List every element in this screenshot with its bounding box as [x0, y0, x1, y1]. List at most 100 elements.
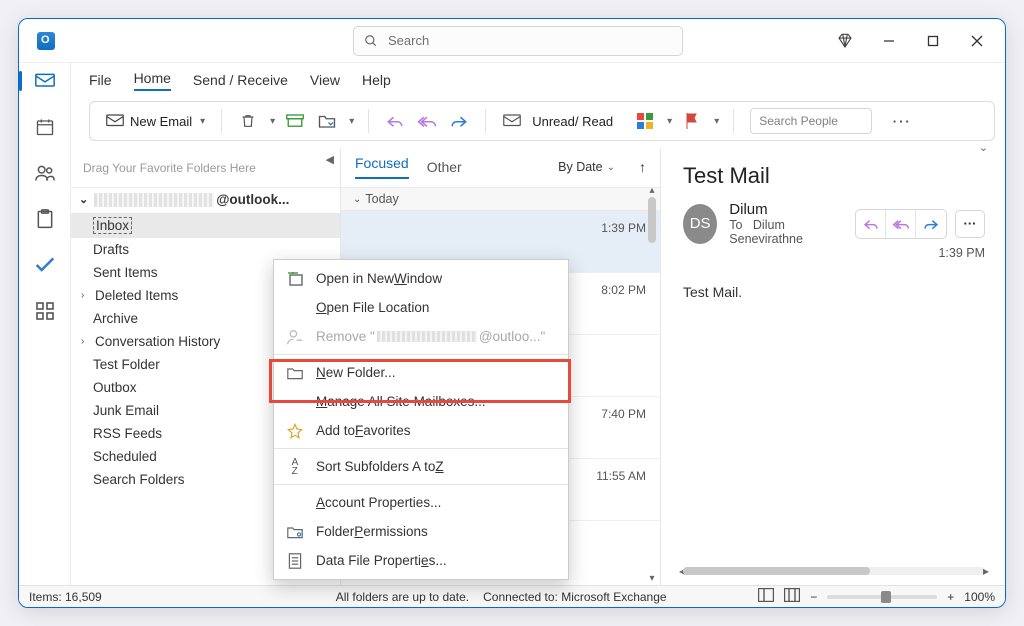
folder-drafts[interactable]: Drafts	[71, 238, 340, 261]
group-header-today[interactable]: ⌄ Today	[341, 187, 660, 211]
message-time: 1:39 PM	[601, 221, 646, 235]
message-more-actions[interactable]: ···	[955, 210, 985, 238]
ctx-data-file-properties[interactable]: Data File Properties...	[274, 546, 568, 575]
sort-by-dropdown[interactable]: By Date ⌄	[558, 160, 615, 174]
delete-button[interactable]	[236, 109, 260, 133]
message-time: 11:55 AM	[596, 469, 646, 483]
rail-calendar-icon[interactable]	[31, 113, 59, 141]
message-list-scrollbar[interactable]: ▴ ▾	[646, 189, 658, 585]
chevron-down-icon: ▾	[200, 116, 205, 127]
ctx-new-folder[interactable]: New Folder...	[274, 358, 568, 387]
new-email-button[interactable]: New Email ▾	[98, 110, 213, 133]
zoom-slider[interactable]	[827, 595, 937, 599]
forward-button[interactable]	[916, 210, 946, 238]
menu-view[interactable]: View	[310, 72, 340, 88]
global-search-input[interactable]: Search	[353, 26, 683, 56]
rail-more-apps-icon[interactable]	[31, 297, 59, 325]
remove-account-icon	[286, 328, 304, 346]
outlook-window: Search File Home Send / Receive View Hel…	[18, 18, 1006, 608]
menu-home[interactable]: Home	[134, 70, 171, 91]
message-body: Test Mail.	[683, 284, 985, 300]
ctx-open-new-window[interactable]: Open in New Window	[274, 264, 568, 293]
rail-todo-icon[interactable]	[31, 251, 59, 279]
account-suffix: @outlook...	[216, 192, 289, 207]
ctx-sort-subfolders[interactable]: AZ Sort Subfolders A to Z	[274, 452, 568, 481]
archive-button[interactable]	[283, 109, 307, 133]
account-name-redacted	[94, 193, 214, 207]
tab-other[interactable]: Other	[427, 159, 462, 175]
app-rail	[19, 63, 71, 603]
scrollbar-thumb[interactable]	[648, 197, 656, 243]
message-timestamp: 1:39 PM	[938, 246, 985, 260]
reply-all-button[interactable]	[415, 109, 439, 133]
minimize-button[interactable]	[879, 31, 899, 51]
outlook-app-icon	[37, 32, 55, 50]
rail-tasks-icon[interactable]	[31, 205, 59, 233]
reading-pane: Test Mail DS Dilum To Dilum Senevirathne	[661, 149, 1005, 585]
ctx-manage-site-mailboxes[interactable]: Manage All Site Mailboxes...	[274, 387, 568, 416]
unread-read-icon	[500, 109, 524, 133]
premium-diamond-icon[interactable]	[835, 31, 855, 51]
message-time: 7:40 PM	[601, 407, 646, 421]
view-normal-icon[interactable]	[758, 588, 774, 605]
chevron-down-icon: ⌄	[79, 193, 88, 206]
reading-horizontal-scrollbar[interactable]: ◂ ▸	[683, 563, 985, 577]
ribbon-toolbar: New Email ▾ ▾ ▾	[89, 101, 995, 141]
sort-direction-toggle[interactable]: ↑	[639, 159, 646, 175]
status-bar: Items: 16,509 All folders are up to date…	[19, 585, 1005, 607]
ctx-remove-account: Remove "@outloo..."	[274, 322, 568, 351]
star-icon	[286, 422, 304, 440]
sort-az-icon: AZ	[286, 458, 304, 476]
message-list-header: Focused Other By Date ⌄ ↑	[341, 149, 660, 187]
ctx-open-file-location[interactable]: Open File Location	[274, 293, 568, 322]
search-people-input[interactable]: Search People	[750, 108, 872, 134]
to-label: To	[729, 218, 742, 232]
collapse-folder-pane-icon[interactable]: ◀	[326, 153, 334, 166]
reply-button[interactable]	[856, 210, 886, 238]
rail-mail-icon[interactable]	[31, 67, 59, 95]
forward-button[interactable]	[447, 109, 471, 133]
view-reading-icon[interactable]	[784, 588, 800, 605]
properties-icon	[286, 552, 304, 570]
close-button[interactable]	[967, 31, 987, 51]
tab-focused[interactable]: Focused	[355, 155, 409, 179]
search-people-placeholder: Search People	[759, 114, 838, 128]
ribbon-more-button[interactable]: ···	[890, 109, 914, 133]
move-button[interactable]	[315, 109, 339, 133]
status-item-count: Items: 16,509	[29, 590, 102, 604]
reply-all-button[interactable]	[886, 210, 916, 238]
rail-people-icon[interactable]	[31, 159, 59, 187]
status-sync: All folders are up to date.	[336, 590, 469, 604]
sender-name: Dilum	[729, 201, 843, 218]
account-header[interactable]: ⌄ @outlook...	[71, 187, 340, 211]
maximize-button[interactable]	[923, 31, 943, 51]
ctx-account-properties[interactable]: Account Properties...	[274, 488, 568, 517]
permissions-icon	[286, 523, 304, 541]
new-email-label: New Email	[130, 114, 192, 129]
favorites-drop-zone[interactable]: Drag Your Favorite Folders Here ◀	[71, 149, 340, 187]
unread-read-button[interactable]: Unread/ Read	[532, 114, 613, 129]
ctx-folder-permissions[interactable]: Folder Permissions	[274, 517, 568, 546]
flag-button[interactable]	[680, 109, 704, 133]
folder-inbox[interactable]: Inbox	[71, 213, 340, 238]
menu-file[interactable]: File	[89, 72, 112, 88]
zoom-level: 100%	[964, 590, 995, 604]
chevron-down-icon: ⌄	[353, 194, 361, 205]
message-subject: Test Mail	[683, 163, 985, 189]
categorize-button[interactable]	[633, 109, 657, 133]
reply-actions-group	[855, 209, 947, 239]
new-window-icon	[286, 270, 304, 288]
zoom-out-button[interactable]: −	[810, 590, 817, 604]
menu-help[interactable]: Help	[362, 72, 391, 88]
status-connection: Connected to: Microsoft Exchange	[483, 590, 666, 604]
ctx-add-to-favorites[interactable]: Add to Favorites	[274, 416, 568, 445]
message-time: 8:02 PM	[601, 283, 646, 297]
menu-send-receive[interactable]: Send / Receive	[193, 72, 288, 88]
folder-context-menu: Open in New Window Open File Location Re…	[273, 259, 569, 580]
sender-avatar: DS	[683, 204, 717, 244]
favorites-hint: Drag Your Favorite Folders Here	[83, 161, 256, 175]
scrollbar-thumb[interactable]	[683, 567, 870, 575]
reply-button[interactable]	[383, 109, 407, 133]
zoom-in-button[interactable]: +	[947, 590, 954, 604]
search-icon	[364, 34, 378, 48]
